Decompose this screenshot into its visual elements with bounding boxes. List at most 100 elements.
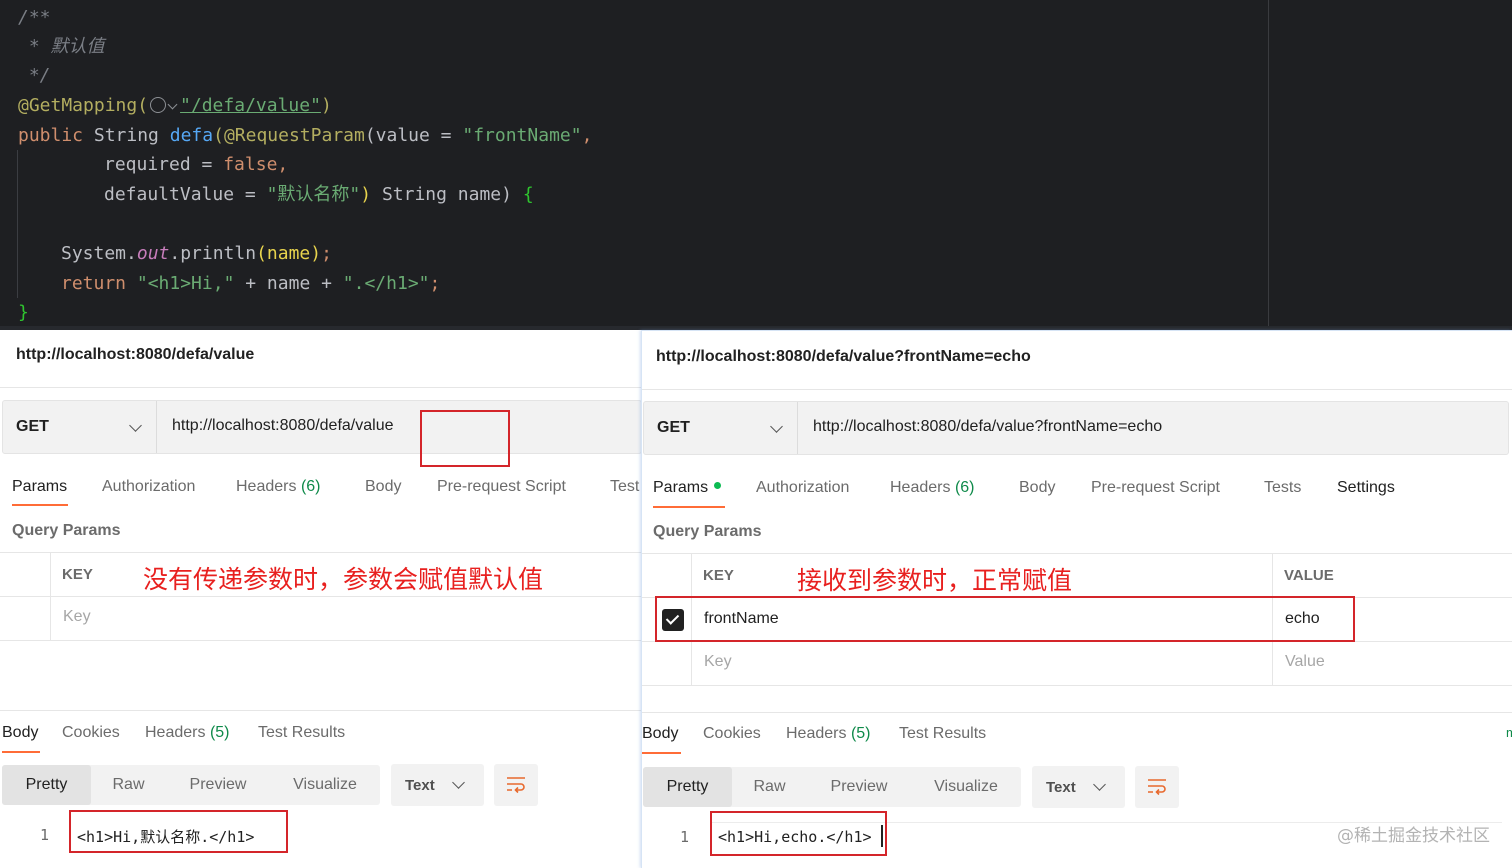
code-line-5: public String defa(@RequestParam(value =… [18, 125, 593, 146]
active-tab-indicator [12, 504, 68, 506]
format-select[interactable]: Text [1032, 766, 1125, 808]
method-select[interactable]: GET [3, 401, 157, 453]
url-input[interactable]: http://localhost:8080/defa/value [172, 417, 394, 435]
truncated-status: m [1506, 725, 1512, 740]
key-column-header: KEY [62, 566, 93, 583]
divider [642, 389, 1512, 390]
line-number: 1 [40, 826, 50, 844]
resp-tab-body[interactable]: Body [2, 724, 38, 742]
tab-body[interactable]: Body [365, 478, 401, 496]
tab-headers[interactable]: Headers (6) [236, 478, 321, 496]
highlight-box [420, 410, 510, 467]
resp-tab-cookies[interactable]: Cookies [703, 725, 761, 743]
wrap-lines-button[interactable] [1135, 766, 1179, 808]
key-input-placeholder[interactable]: Key [63, 608, 91, 626]
code-editor[interactable]: /** * 默认值 */ @GetMapping("/defa/value") … [0, 0, 1512, 330]
tab-settings[interactable]: Settings [1337, 479, 1395, 497]
params-active-dot [714, 482, 722, 489]
postman-panel-right: http://localhost:8080/defa/value?frontNa… [641, 330, 1512, 868]
key-column-header: KEY [703, 567, 734, 584]
view-raw[interactable]: Raw [91, 765, 166, 805]
resp-tab-headers[interactable]: Headers (5) [786, 725, 871, 743]
code-line-4: @GetMapping("/defa/value") [18, 95, 332, 116]
annotation-text: 接收到参数时，正常赋值 [797, 566, 1073, 595]
request-title: http://localhost:8080/defa/value?frontNa… [656, 348, 1031, 365]
code-line-9: System.out.println(name); [61, 243, 332, 264]
annotation-text: 没有传递参数时，参数会赋值默认值 [143, 565, 544, 594]
view-visualize[interactable]: Visualize [911, 767, 1021, 807]
wrap-lines-icon [507, 777, 525, 794]
query-params-label: Query Params [12, 522, 121, 539]
code-line-1: /** [18, 7, 51, 28]
request-title: http://localhost:8080/defa/value [16, 346, 255, 363]
tab-headers[interactable]: Headers (6) [890, 479, 975, 497]
line-number: 1 [680, 828, 690, 846]
format-select[interactable]: Text [391, 764, 484, 806]
value-column-header: VALUE [1284, 567, 1334, 584]
view-visualize[interactable]: Visualize [270, 765, 380, 805]
value-input-placeholder[interactable]: Value [1285, 653, 1325, 671]
tab-pre-request-script[interactable]: Pre-request Script [1091, 479, 1220, 497]
tab-tests[interactable]: Tests [1264, 479, 1301, 497]
divider [642, 712, 1512, 713]
editor-margin-line [1268, 0, 1269, 330]
chevron-down-icon [1093, 778, 1106, 791]
tab-pre-request-script[interactable]: Pre-request Script [437, 478, 566, 496]
table-cell [642, 553, 692, 598]
watermark: @稀土掘金技术社区 [1337, 826, 1490, 846]
highlight-box [69, 810, 288, 853]
tab-authorization[interactable]: Authorization [102, 478, 195, 496]
tab-tests[interactable]: Test [610, 478, 639, 496]
view-mode-selector: Pretty Raw Preview Visualize [2, 765, 380, 805]
tab-body[interactable]: Body [1019, 479, 1055, 497]
view-raw[interactable]: Raw [732, 767, 807, 807]
method-select[interactable]: GET [644, 402, 798, 454]
format-label: Text [1046, 779, 1076, 796]
resp-tab-test-results[interactable]: Test Results [899, 725, 986, 743]
resp-tab-body[interactable]: Body [642, 725, 678, 743]
url-bar: GET http://localhost:8080/defa/value?fro… [643, 401, 1509, 455]
tab-params[interactable]: Params [12, 478, 67, 496]
divider [0, 387, 642, 388]
active-tab-indicator [2, 751, 40, 753]
url-bar: GET http://localhost:8080/defa/value [2, 400, 642, 454]
view-pretty[interactable]: Pretty [2, 765, 91, 805]
key-input-cell[interactable] [50, 596, 642, 641]
chevron-down-icon [452, 776, 465, 789]
resp-tab-test-results[interactable]: Test Results [258, 724, 345, 742]
table-cell [642, 641, 692, 686]
key-input-placeholder[interactable]: Key [704, 653, 732, 671]
tab-params[interactable]: Params [653, 479, 722, 497]
code-line-6: required = false, [104, 154, 289, 175]
wrap-lines-button[interactable] [494, 764, 538, 806]
resp-tab-cookies[interactable]: Cookies [62, 724, 120, 742]
active-tab-indicator [653, 506, 725, 508]
format-label: Text [405, 777, 435, 794]
query-params-label: Query Params [653, 523, 762, 540]
code-line-7: defaultValue = "默认名称") String name) { [104, 184, 534, 205]
globe-icon[interactable] [150, 97, 167, 113]
resp-tab-headers[interactable]: Headers (5) [145, 724, 230, 742]
wrap-lines-icon [1148, 779, 1166, 796]
chevron-down-icon [129, 419, 142, 432]
code-line-3: */ [18, 65, 51, 86]
view-preview[interactable]: Preview [166, 765, 270, 805]
method-label: GET [16, 418, 49, 435]
divider [0, 710, 642, 711]
indent-guide [17, 150, 18, 298]
view-mode-selector: Pretty Raw Preview Visualize [643, 767, 1021, 807]
method-label: GET [657, 419, 690, 436]
view-pretty[interactable]: Pretty [643, 767, 732, 807]
table-cell [0, 596, 51, 641]
code-line-2: * 默认值 [18, 36, 105, 57]
view-preview[interactable]: Preview [807, 767, 911, 807]
active-tab-indicator [642, 752, 681, 754]
key-input-cell[interactable] [691, 641, 1273, 686]
tab-authorization[interactable]: Authorization [756, 479, 849, 497]
chevron-down-icon [770, 420, 783, 433]
code-line-10: return "<h1>Hi," + name + ".</h1>"; [61, 273, 441, 294]
chevron-down-icon[interactable] [167, 99, 178, 110]
code-line-11: } [18, 302, 29, 323]
postman-panel-left: http://localhost:8080/defa/value GET htt… [0, 330, 642, 868]
url-input[interactable]: http://localhost:8080/defa/value?frontNa… [813, 418, 1162, 436]
